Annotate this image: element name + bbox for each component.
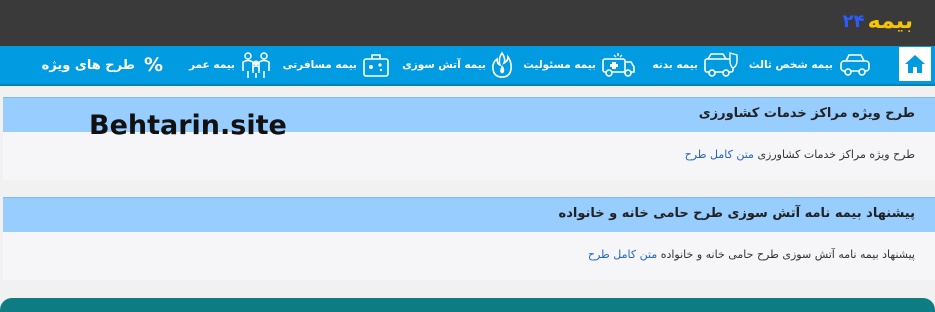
logo-word: بیمه <box>867 8 914 34</box>
third-party-car-icon <box>838 52 872 78</box>
logo-number: ۲۴ <box>842 10 865 32</box>
nav-life[interactable]: بیمه عمر <box>189 46 272 84</box>
card-title: پیشنهاد بیمه نامه آتش سوزی طرح حامی خانه… <box>558 206 915 221</box>
main-nav: بیمه شخص ثالث بیمه بدنه بیمه مسئولیت بیم… <box>0 46 935 86</box>
full-plan-link[interactable]: متن کامل طرح <box>685 148 754 161</box>
nav-special-label: طرح های ویژه <box>41 57 135 73</box>
car-body-icon <box>703 51 739 79</box>
nav-third-party[interactable]: بیمه شخص ثالث <box>749 46 872 84</box>
nav-third-party-label: بیمه شخص ثالث <box>748 59 833 71</box>
fire-icon <box>491 51 513 79</box>
nav-fire-label: بیمه آتش سوزی <box>402 59 486 71</box>
footer-bar <box>0 298 935 312</box>
suitcase-icon <box>362 52 390 78</box>
nav-life-label: بیمه عمر <box>188 59 235 71</box>
full-plan-link[interactable]: متن کامل طرح <box>588 248 657 261</box>
card-text-row: طرح ویژه مراکز خدمات کشاورزی متن کامل طر… <box>685 148 915 161</box>
percent-icon: % <box>143 54 163 76</box>
card-title: طرح ویژه مراکز خدمات کشاورزی <box>698 106 915 121</box>
home-icon <box>905 55 925 73</box>
watermark-text: Behtarin.site <box>89 110 287 141</box>
card-text: پیشنهاد بیمه نامه آتش سوزی طرح حامی خانه… <box>660 248 915 261</box>
ambulance-icon <box>601 51 635 79</box>
nav-car-body-label: بیمه بدنه <box>652 59 698 71</box>
nav-fire[interactable]: بیمه آتش سوزی <box>402 46 513 84</box>
nav-travel-label: بیمه مسافرتی <box>282 59 357 71</box>
home-button[interactable] <box>899 47 931 81</box>
top-header: ۲۴ بیمه <box>0 0 935 46</box>
card-header: پیشنهاد بیمه نامه آتش سوزی طرح حامی خانه… <box>3 197 935 232</box>
card-text-row: پیشنهاد بیمه نامه آتش سوزی طرح حامی خانه… <box>588 248 915 261</box>
nav-special-plans[interactable]: % طرح های ویژه <box>42 46 163 84</box>
card-body: پیشنهاد بیمه نامه آتش سوزی طرح حامی خانه… <box>3 232 935 280</box>
nav-travel[interactable]: بیمه مسافرتی <box>283 46 390 84</box>
nav-car-body[interactable]: بیمه بدنه <box>652 46 739 84</box>
card-text: طرح ویژه مراکز خدمات کشاورزی <box>757 148 915 161</box>
nav-liability-label: بیمه مسئولیت <box>523 59 596 71</box>
family-icon <box>240 51 272 79</box>
site-logo[interactable]: ۲۴ بیمه <box>842 8 914 34</box>
nav-liability[interactable]: بیمه مسئولیت <box>523 46 635 84</box>
